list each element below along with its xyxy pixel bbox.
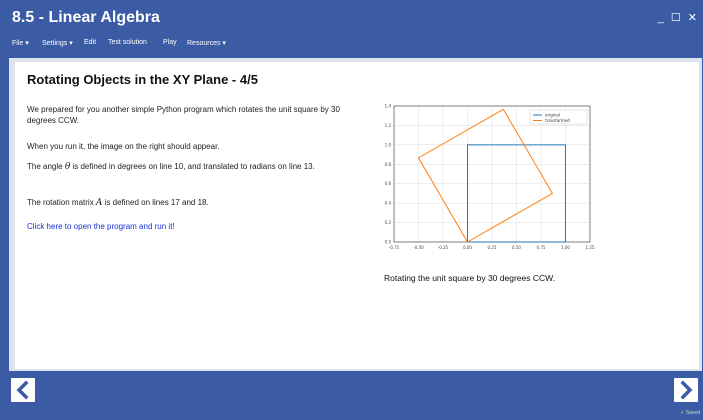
- angle-text-post: is defined in degrees on line 10, and tr…: [70, 162, 315, 171]
- x-tick-label: 0.25: [488, 245, 497, 250]
- x-tick-label: 0.75: [537, 245, 546, 250]
- matrix-text-pre: The rotation matrix: [27, 198, 96, 207]
- menu-settings[interactable]: Settings ▾: [42, 39, 73, 47]
- arrow-left-icon: [16, 380, 29, 400]
- page-title: Rotating Objects in the XY Plane - 4/5: [27, 72, 258, 87]
- angle-text-pre: The angle: [27, 162, 65, 171]
- chart-svg: -0.75 -0.50 -0.25 0.00 0.25 0.50 0.75 1.00 1.25 0…: [385, 104, 595, 251]
- menu-bar: File ▾ Settings ▾ Edit Test solution Pla…: [0, 36, 703, 54]
- window-controls: _ ☐ ✕: [654, 11, 697, 24]
- x-tick-label: -0.50: [413, 245, 424, 250]
- footer-bar: ✓ Saved: [0, 371, 703, 420]
- y-tick-label: 0.4: [385, 201, 392, 206]
- x-tick-label: 0.00: [463, 245, 472, 250]
- app-title: 8.5 - Linear Algebra: [12, 9, 160, 26]
- maximize-icon[interactable]: ☐: [671, 12, 681, 24]
- paragraph-matrix: The rotation matrix A is defined on line…: [27, 197, 347, 209]
- y-tick-label: 1.4: [385, 104, 392, 109]
- minimize-icon[interactable]: _: [658, 12, 664, 24]
- y-tick-label: 0.8: [385, 162, 392, 167]
- legend-label-original: original: [545, 113, 560, 118]
- y-tick-label: 1.0: [385, 142, 392, 147]
- y-tick-label: 0.0: [385, 240, 392, 245]
- legend-label-transformed: transformed: [545, 118, 570, 123]
- menu-resources[interactable]: Resources ▾: [187, 39, 226, 47]
- paragraph-intro: We prepared for you another simple Pytho…: [27, 105, 340, 125]
- y-tick-label: 1.2: [385, 123, 392, 128]
- close-icon[interactable]: ✕: [688, 12, 697, 24]
- y-tick-label: 0.6: [385, 181, 392, 186]
- previous-button[interactable]: [11, 378, 35, 402]
- y-tick-label: 0.2: [385, 220, 392, 225]
- next-button[interactable]: [674, 378, 698, 402]
- lesson-panel: Rotating Objects in the XY Plane - 4/5 W…: [15, 62, 699, 369]
- rotation-chart: -0.75 -0.50 -0.25 0.00 0.25 0.50 0.75 1.00 1.25 0…: [370, 102, 610, 262]
- paragraph-run: When you run it, the image on the right …: [27, 142, 220, 151]
- open-program-link[interactable]: Click here to open the program and run i…: [27, 221, 347, 232]
- x-tick-label: -0.25: [438, 245, 449, 250]
- saved-status: ✓ Saved: [680, 410, 700, 416]
- menu-play[interactable]: Play: [163, 39, 177, 46]
- series-line-transformed: [417, 108, 554, 243]
- x-tick-label: 1.00: [561, 245, 570, 250]
- matrix-text-post: is defined on lines 17 and 18.: [102, 198, 209, 207]
- arrow-right-icon: [680, 380, 693, 400]
- menu-file[interactable]: File ▾: [12, 39, 29, 47]
- title-bar: 8.5 - Linear Algebra _ ☐ ✕: [0, 0, 703, 36]
- x-tick-label: 1.25: [586, 245, 595, 250]
- x-tick-label: 0.50: [512, 245, 521, 250]
- chart-caption: Rotating the unit square by 30 degrees C…: [384, 273, 556, 283]
- menu-test-solution[interactable]: Test solution: [108, 39, 147, 46]
- paragraph-angle: The angle θ is defined in degrees on lin…: [27, 161, 347, 173]
- content-frame: Rotating Objects in the XY Plane - 4/5 W…: [9, 58, 702, 371]
- menu-edit[interactable]: Edit: [84, 39, 96, 46]
- x-tick-label: -0.75: [389, 245, 400, 250]
